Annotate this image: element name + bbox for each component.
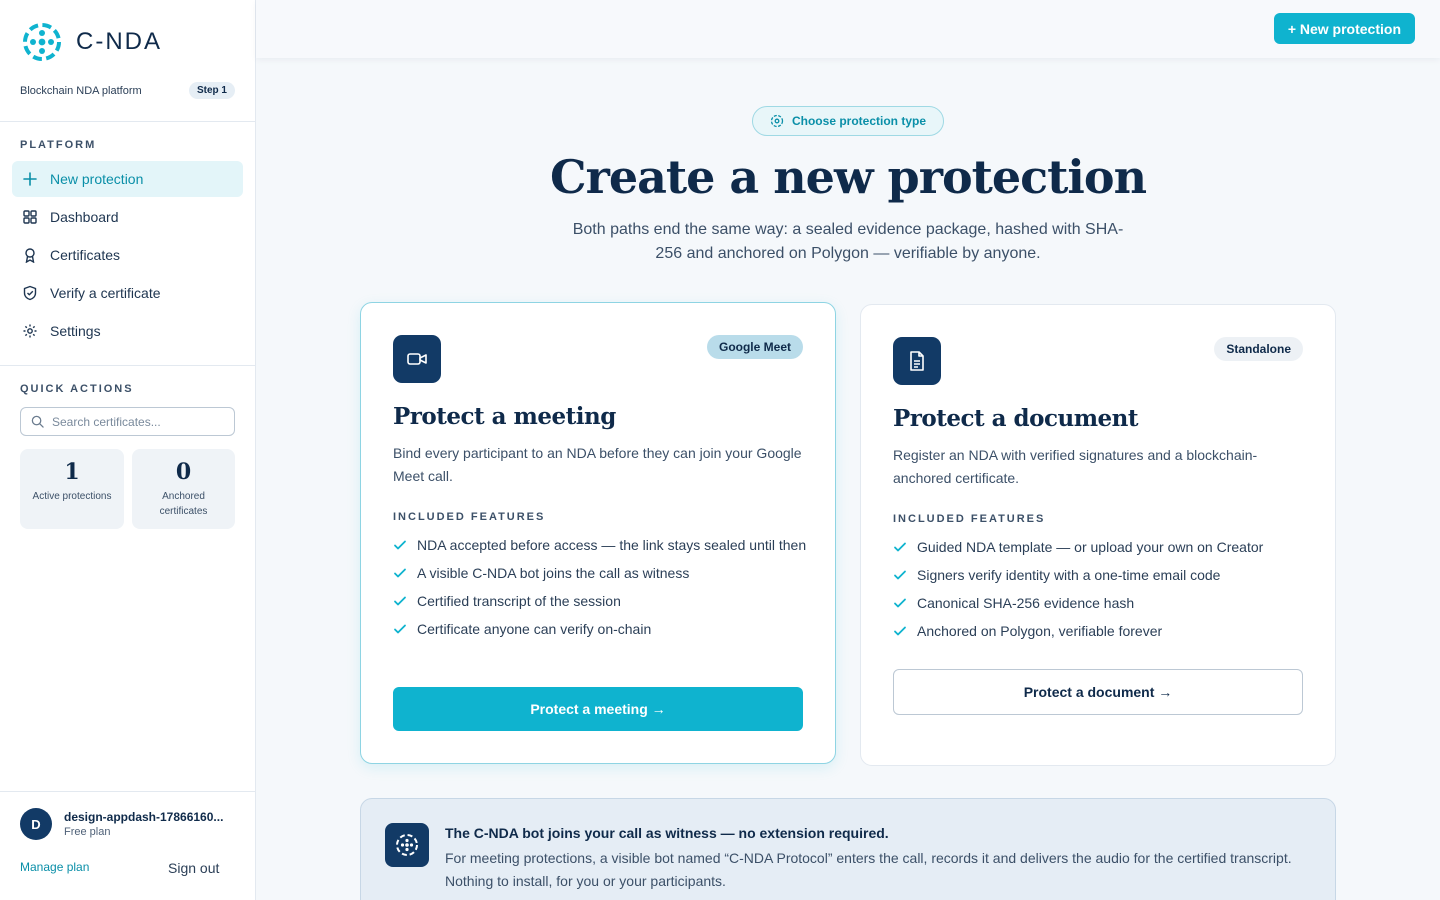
search-input[interactable] [52,414,222,429]
user-profile[interactable]: D design-appdash-17866160... Free plan [20,808,234,840]
plus-icon [23,172,37,186]
feature-text: Certificate anyone can verify on-chain [417,621,652,637]
sidebar-item-verify[interactable]: Verify a certificate [12,275,243,311]
check-icon [394,596,406,606]
document-icon [893,337,941,385]
sidebar-item-new-protection[interactable]: New protection [12,161,243,197]
protect-document-button[interactable]: Protect a document → [893,669,1303,715]
check-icon [894,598,906,608]
brand[interactable]: C-NDA [20,20,162,64]
award-icon [25,248,35,263]
standalone-badge: Standalone [1214,337,1303,361]
avatar: D [20,808,52,840]
features-label: INCLUDED FEATURES [393,511,546,523]
user-plan: Free plan [64,826,111,838]
check-icon [894,570,906,580]
top-bar: + New protection [256,0,1440,58]
stat-value: 1 [64,459,80,485]
target-icon [770,114,784,128]
gear-icon [23,324,37,338]
feature-text: Anchored on Polygon, verifiable forever [917,623,1163,639]
page-subtitle: Both paths end the same way: a sealed ev… [572,221,1124,262]
video-icon [393,335,441,383]
feature-text: Certified transcript of the session [417,593,621,609]
tagline: Blockchain NDA platform [20,84,142,97]
shield-check-icon [23,285,37,301]
banner-title: The C-NDA bot joins your call as witness… [445,825,889,841]
feature-text: Signers verify identity with a one-time … [917,567,1221,583]
search-box [20,407,235,436]
brand-name: C-NDA [76,28,162,55]
sidebar-item-label: Verify a certificate [50,285,161,301]
feature-text: NDA accepted before access — the link st… [417,537,807,553]
check-icon [894,626,906,636]
list-item: Certificate anyone can verify on-chain [393,619,807,639]
stat-value: 0 [175,459,192,485]
sidebar: C-NDA Blockchain NDA platform Step 1 PLA… [0,0,256,900]
feature-text: A visible C-NDA bot joins the call as wi… [417,565,690,581]
list-item: A visible C-NDA bot joins the call as wi… [393,563,807,583]
divider [0,365,255,366]
sidebar-item-label: Dashboard [50,209,119,225]
protect-meeting-button[interactable]: Protect a meeting → [393,687,803,731]
banner-text: For meeting protections, a visible bot n… [445,850,1292,889]
sidebar-item-certificates[interactable]: Certificates [12,237,243,273]
platform-label: PLATFORM [20,139,97,151]
tagline-row: Blockchain NDA platform Step 1 [20,82,235,99]
list-item: NDA accepted before access — the link st… [393,535,807,555]
c-nda-logo-icon [23,23,61,61]
grid-icon [23,210,37,224]
list-item: Guided NDA template — or upload your own… [893,537,1307,557]
search-icon [31,415,44,428]
protect-document-card[interactable]: Standalone Protect a document Register a… [860,304,1336,766]
feature-list: Guided NDA template — or upload your own… [893,537,1307,649]
card-description: Register an NDA with verified signatures… [893,447,1258,486]
protection-type-pill: Choose protection type [752,106,944,136]
new-protection-button[interactable]: + New protection [1273,13,1415,44]
feature-list: NDA accepted before access — the link st… [393,535,807,647]
divider [0,121,255,122]
check-icon [394,624,406,634]
list-item: Anchored on Polygon, verifiable forever [893,621,1307,641]
sidebar-nav: New protection Dashboard Certificates Ve… [12,161,243,351]
bot-info-banner: The C-NDA bot joins your call as witness… [360,798,1336,900]
feature-text: Canonical SHA-256 evidence hash [917,595,1135,611]
sidebar-item-label: Certificates [50,247,121,263]
features-label: INCLUDED FEATURES [893,513,1046,525]
list-item: Certified transcript of the session [393,591,807,611]
pill-label: Choose protection type [791,114,926,128]
stat-anchored-certificates[interactable]: 0 Anchored certificates [132,449,235,529]
sidebar-item-settings[interactable]: Settings [12,313,243,349]
sidebar-item-label: Settings [50,323,101,339]
manage-plan-link[interactable]: Manage plan [20,860,89,874]
sidebar-item-label: New protection [50,171,144,187]
check-icon [894,542,906,552]
step-badge: Step 1 [188,82,235,99]
list-item: Canonical SHA-256 evidence hash [893,593,1307,613]
stat-active-protections[interactable]: 1 Active protections [20,449,124,529]
protect-meeting-card[interactable]: Google Meet Protect a meeting Bind every… [360,302,836,764]
card-title: Protect a meeting [393,403,616,430]
divider [0,791,255,792]
list-item: Signers verify identity with a one-time … [893,565,1307,585]
feature-text: Guided NDA template — or upload your own… [917,539,1264,555]
bot-icon [385,823,429,867]
user-name: design-appdash-17866160... [64,810,224,824]
sign-out-link[interactable]: Sign out [168,860,219,876]
google-meet-badge: Google Meet [706,335,803,359]
card-description: Bind every participant to an NDA before … [393,445,802,484]
stat-label: Anchored certificates [159,491,208,517]
sidebar-item-dashboard[interactable]: Dashboard [12,199,243,235]
card-title: Protect a document [893,405,1139,432]
check-icon [394,568,406,578]
quick-actions-label: QUICK ACTIONS [20,383,134,395]
stat-label: Active protections [32,491,112,502]
page-title: Create a new protection [549,150,1147,204]
check-icon [394,540,406,550]
